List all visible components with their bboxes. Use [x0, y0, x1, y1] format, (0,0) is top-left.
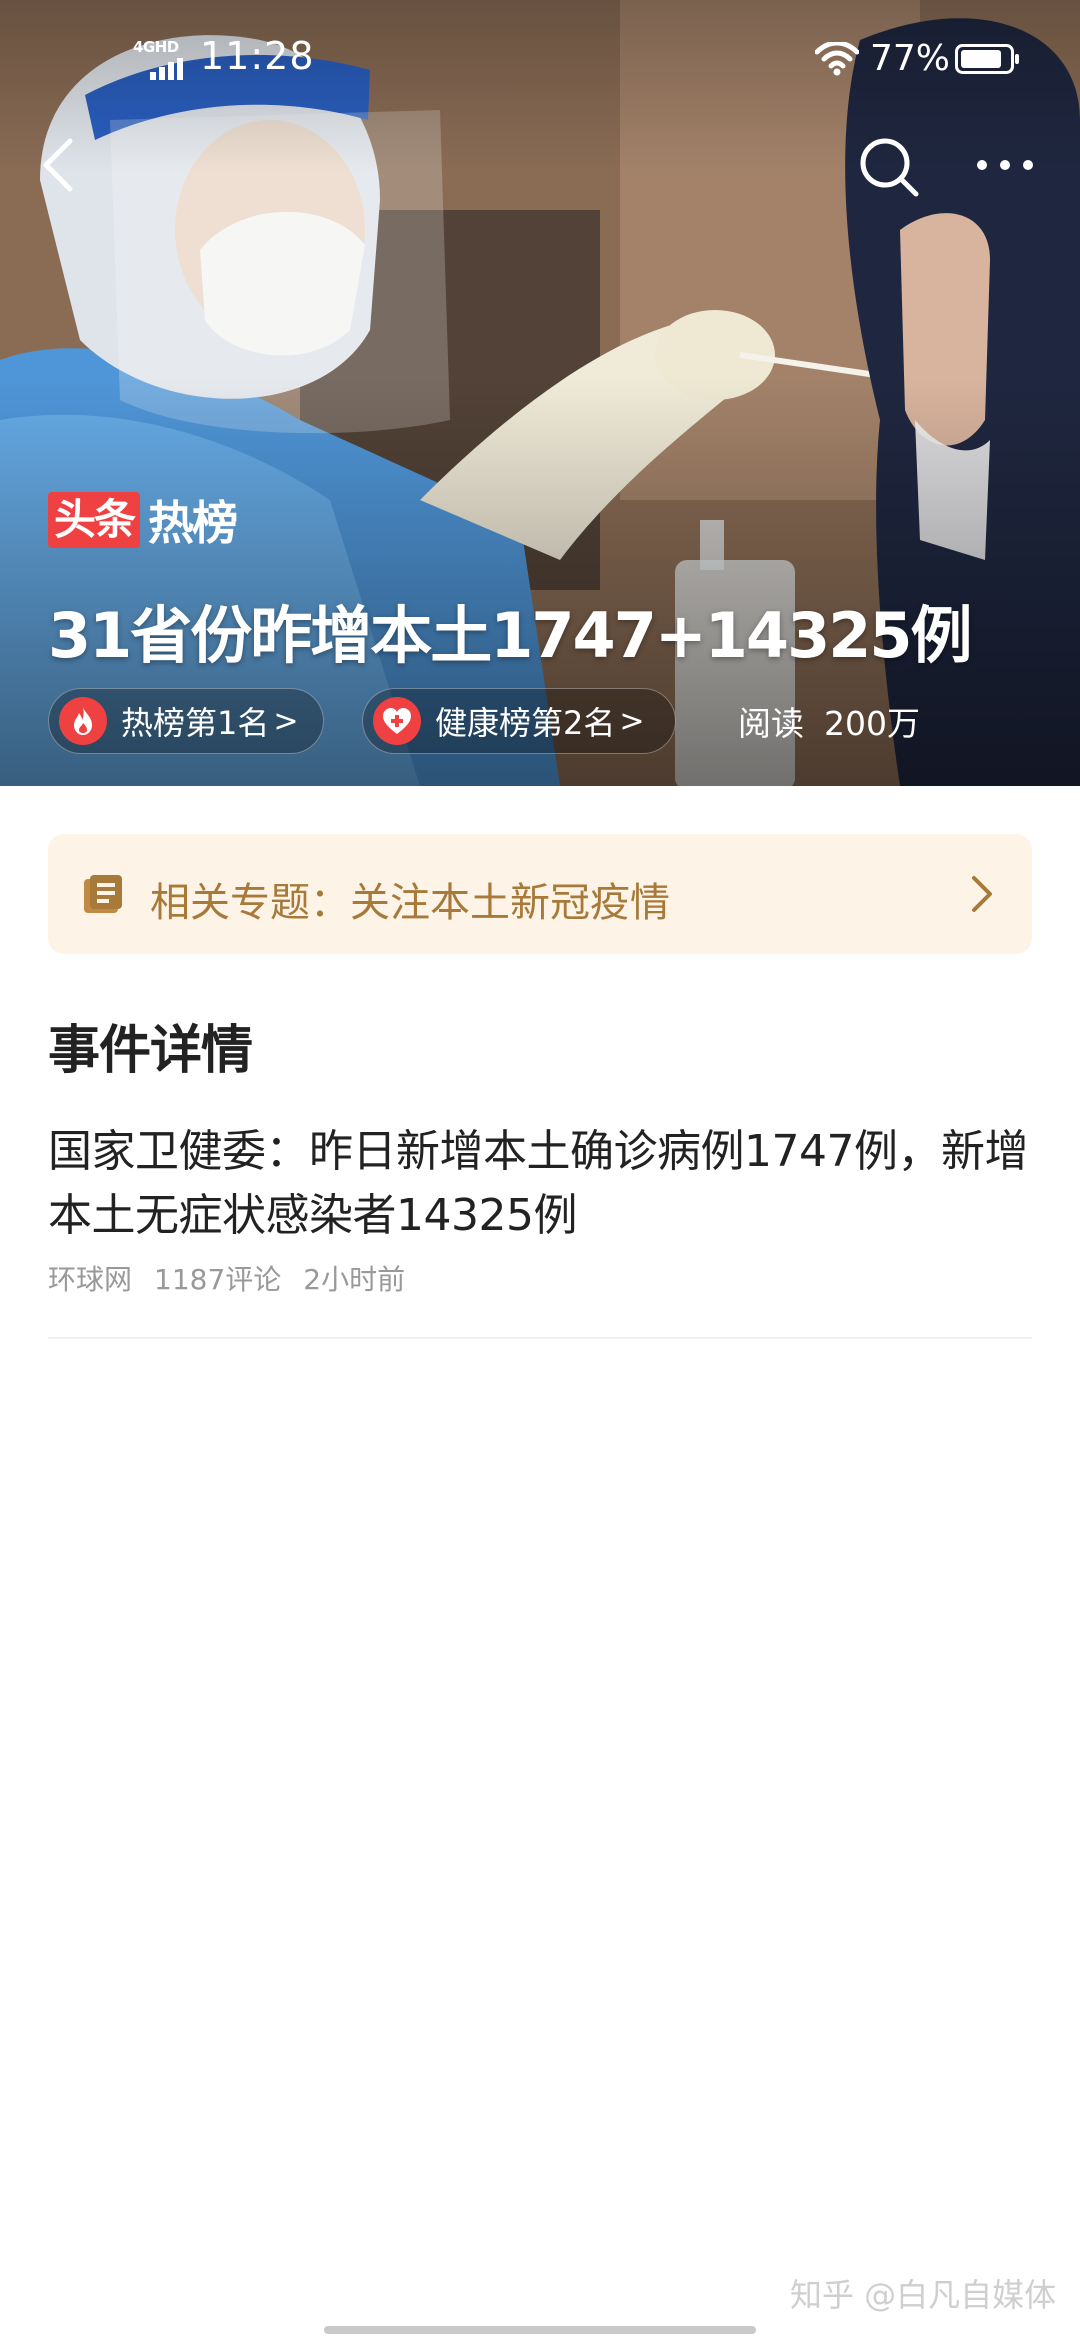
- page: 4GHD 11:28 77% 头条 热榜 31省份昨增本土1747+14325例…: [0, 0, 1080, 2340]
- signal-icon: [150, 58, 183, 80]
- chevron-right-icon: [972, 876, 992, 912]
- news-headline[interactable]: 国家卫健委：昨日新增本土确诊病例1747例，新增本土无症状感染者14325例: [48, 1120, 1038, 1248]
- topic-book-icon: [84, 875, 122, 913]
- wifi-icon: [815, 42, 859, 76]
- read-label: 阅读: [738, 704, 804, 743]
- read-count: 阅读 200万: [738, 697, 920, 745]
- news-meta: 环球网 1187评论 2小时前: [48, 1258, 427, 1298]
- chip-arrow: >: [619, 703, 645, 739]
- read-value: 200万: [824, 704, 920, 743]
- chip-arrow: >: [273, 703, 299, 739]
- news-comments[interactable]: 1187评论: [154, 1263, 281, 1296]
- more-icon[interactable]: [972, 150, 1038, 180]
- related-topic-banner[interactable]: 相关专题：关注本土新冠疫情: [48, 834, 1032, 954]
- battery-percentage: 77%: [870, 38, 951, 79]
- hotlist-logo-text: 热榜: [148, 496, 238, 550]
- health-rank-chip[interactable]: 健康榜第2名 >: [362, 688, 676, 754]
- hot-rank-chip[interactable]: 热榜第1名 >: [48, 688, 324, 754]
- home-indicator[interactable]: [324, 2326, 756, 2334]
- heart-plus-icon: [373, 697, 421, 745]
- hotlist-logo: 头条 热榜: [48, 492, 238, 550]
- hot-rank-label: 热榜第1名: [121, 704, 270, 742]
- network-type: 4GHD: [133, 38, 179, 56]
- flame-icon: [59, 697, 107, 745]
- news-time: 2小时前: [303, 1263, 406, 1296]
- divider: [48, 1337, 1032, 1339]
- back-icon[interactable]: [38, 135, 78, 195]
- health-rank-label: 健康榜第2名: [435, 704, 616, 742]
- status-time: 11:28: [200, 34, 315, 78]
- event-details-title: 事件详情: [48, 1021, 253, 1081]
- watermark: 知乎 @白凡自媒体: [790, 2276, 1057, 2314]
- related-topic-text: 相关专题：关注本土新冠疫情: [150, 880, 670, 926]
- toutiao-logo-box: 头条: [48, 492, 141, 548]
- search-icon[interactable]: [856, 134, 922, 200]
- battery-icon: [955, 44, 1019, 74]
- news-source: 环球网: [48, 1263, 133, 1296]
- status-bar: 4GHD 11:28 77%: [0, 30, 1080, 90]
- hero-title: 31省份昨增本土1747+14325例: [48, 599, 973, 672]
- hero-banner: 4GHD 11:28 77% 头条 热榜 31省份昨增本土1747+14325例…: [0, 0, 1080, 786]
